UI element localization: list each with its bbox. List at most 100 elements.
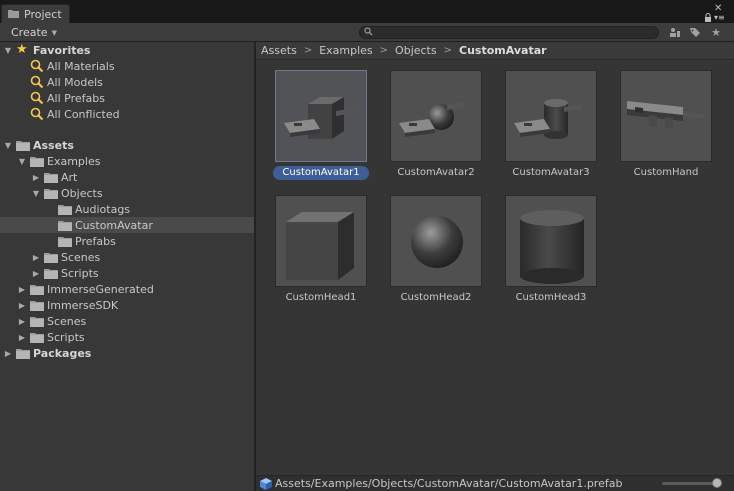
tree-objects[interactable]: ▼ Objects (0, 185, 254, 201)
asset-label: CustomHead1 (285, 292, 357, 303)
favorite-label: All Prefabs (47, 91, 105, 105)
asset-label: CustomHead2 (400, 292, 472, 303)
tree-audiotags[interactable]: Audiotags (0, 201, 254, 217)
folder-icon (58, 204, 72, 215)
asset-thumbnail (275, 70, 367, 162)
expand-arrow-icon[interactable]: ▼ (31, 188, 41, 198)
tree-scripts-root[interactable]: ▶ Scripts (0, 329, 254, 345)
folder-icon (44, 172, 58, 183)
asset-thumbnail (275, 195, 367, 287)
star-icon: ★ (16, 42, 28, 57)
asset-label: CustomHand (633, 167, 699, 178)
search-icon (30, 91, 44, 105)
audiotags-label: Audiotags (75, 202, 131, 216)
tree-favorite-item[interactable]: All Materials (0, 58, 254, 74)
tree-immersesdk[interactable]: ▶ ImmerseSDK (0, 297, 254, 313)
cube-preview (286, 212, 354, 280)
favorites-label: Favorites (33, 43, 91, 57)
expand-arrow-icon[interactable]: ▼ (3, 45, 13, 55)
search-icon (30, 59, 44, 73)
collapse-arrow-icon[interactable]: ▶ (3, 348, 13, 358)
folder-icon (16, 140, 30, 151)
collapse-arrow-icon[interactable]: ▶ (31, 252, 41, 262)
search-by-type-icon[interactable] (667, 25, 683, 40)
breadcrumb-item[interactable]: Examples (319, 44, 372, 57)
tab-strip: Project ✕ ▾≡ (0, 0, 734, 23)
breadcrumb: Assets > Examples > Objects > CustomAvat… (256, 42, 734, 60)
collapse-arrow-icon[interactable]: ▶ (17, 300, 27, 310)
asset-label: CustomHead3 (515, 292, 587, 303)
avatar-cube-preview (284, 97, 356, 139)
expand-arrow-icon[interactable]: ▼ (3, 140, 13, 150)
avatar-sphere-preview (399, 102, 465, 137)
collapse-arrow-icon[interactable]: ▶ (17, 284, 27, 294)
collapse-arrow-icon[interactable]: ▶ (17, 316, 27, 326)
slider-knob[interactable] (712, 478, 722, 488)
tree-scripts[interactable]: ▶ Scripts (0, 265, 254, 281)
tab-title: Project (24, 7, 62, 21)
folder-icon (44, 268, 58, 279)
scenes-root-label: Scenes (47, 314, 87, 328)
search-input[interactable] (359, 26, 659, 39)
collapse-arrow-icon[interactable]: ▶ (31, 268, 41, 278)
folder-icon (44, 188, 58, 199)
tree-favorite-item[interactable]: All Models (0, 74, 254, 90)
tree-favorites[interactable]: ▼ ★ Favorites (0, 42, 254, 58)
art-label: Art (61, 170, 78, 184)
tree-favorite-item[interactable]: All Prefabs (0, 90, 254, 106)
sphere-preview (411, 216, 463, 268)
search-icon (30, 107, 44, 121)
asset-label: CustomAvatar1 (273, 166, 369, 180)
customavatar-label: CustomAvatar (75, 218, 153, 232)
tree-customavatar[interactable]: CustomAvatar (0, 217, 254, 233)
create-button[interactable]: Create ▼ (5, 25, 63, 40)
tree-favorite-item[interactable]: All Conflicted (0, 106, 254, 122)
expand-arrow-icon[interactable]: ▼ (17, 156, 27, 166)
asset-thumbnail (390, 195, 482, 287)
asset-thumbnail (505, 195, 597, 287)
favorite-label: All Conflicted (47, 107, 120, 121)
tab-project[interactable]: Project (1, 4, 70, 23)
asset-browser: Assets > Examples > Objects > CustomAvat… (256, 42, 734, 491)
chevron-right-icon: > (379, 45, 389, 56)
toolbar: Create ▼ ★ (0, 23, 734, 42)
immersesdk-label: ImmerseSDK (47, 298, 119, 312)
folder-icon (30, 284, 44, 295)
packages-label: Packages (33, 346, 92, 360)
breadcrumb-current[interactable]: CustomAvatar (459, 44, 547, 57)
tree-examples[interactable]: ▼ Examples (0, 153, 254, 169)
chevron-right-icon: > (303, 45, 313, 56)
folder-icon (8, 8, 19, 21)
menu-icon[interactable]: ▾≡ (714, 13, 725, 23)
tree-packages[interactable]: ▶ Packages (0, 345, 254, 361)
asset-thumbnail (390, 70, 482, 162)
prefabs-label: Prefabs (75, 234, 116, 248)
cylinder-preview (520, 210, 584, 284)
breadcrumb-item[interactable]: Objects (395, 44, 437, 57)
tree-immersegenerated[interactable]: ▶ ImmerseGenerated (0, 281, 254, 297)
favorite-star-icon[interactable]: ★ (708, 25, 724, 40)
collapse-arrow-icon[interactable]: ▶ (31, 172, 41, 182)
folder-icon (30, 300, 44, 311)
examples-label: Examples (47, 154, 101, 168)
tree-scenes-root[interactable]: ▶ Scenes (0, 313, 254, 329)
window-controls: ✕ ▾≡ (700, 2, 730, 22)
tree-art[interactable]: ▶ Art (0, 169, 254, 185)
scripts-root-label: Scripts (47, 330, 85, 344)
tree-scenes[interactable]: ▶ Scenes (0, 249, 254, 265)
status-bar: Assets/Examples/Objects/CustomAvatar/Cus… (256, 475, 734, 491)
asset-thumbnail (505, 70, 597, 162)
breadcrumb-item[interactable]: Assets (261, 44, 297, 57)
dropdown-caret-icon: ▼ (51, 29, 57, 37)
scripts-label: Scripts (61, 266, 99, 280)
thumbnail-size-slider[interactable] (662, 478, 722, 488)
assets-label: Assets (33, 138, 74, 152)
asset-label: CustomAvatar3 (512, 167, 590, 178)
tag-icon[interactable] (687, 25, 703, 40)
tree-prefabs[interactable]: Prefabs (0, 233, 254, 249)
tree-assets[interactable]: ▼ Assets (0, 137, 254, 153)
collapse-arrow-icon[interactable]: ▶ (17, 332, 27, 342)
immersegenerated-label: ImmerseGenerated (47, 282, 154, 296)
search-icon (30, 75, 44, 89)
create-label: Create (11, 26, 48, 39)
